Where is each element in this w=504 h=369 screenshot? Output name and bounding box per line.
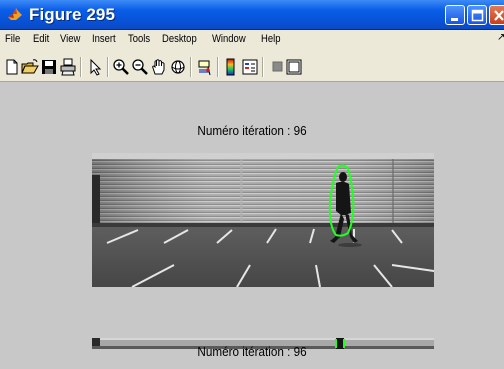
axes-2-title: Numéro itération : 96 — [197, 344, 307, 359]
new-figure-icon[interactable] — [3, 58, 21, 76]
video-frame-image — [92, 153, 434, 287]
menu-bar: File Edit View Insert Tools Desktop Wind… — [0, 30, 504, 51]
menu-desktop[interactable]: Desktop — [162, 33, 197, 45]
figure-canvas[interactable]: Numéro itération : 96 Numéro itération:… — [0, 82, 504, 369]
menu-window[interactable]: Window — [212, 33, 246, 45]
zoom-in-icon[interactable] — [112, 58, 130, 76]
matlab-icon — [8, 8, 22, 20]
data-cursor-icon[interactable] — [196, 58, 214, 76]
close-button[interactable] — [489, 5, 504, 25]
axes-1-title: Numéro itération : 96 — [197, 123, 307, 138]
toolbar-separator — [217, 57, 219, 77]
toolbar-separator — [107, 57, 109, 77]
menu-insert[interactable]: Insert — [92, 33, 116, 45]
close-icon — [494, 10, 504, 21]
maximize-button[interactable] — [467, 5, 487, 25]
window-title: Figure 295 — [29, 5, 116, 24]
window-title-bar[interactable]: Figure 295 — [0, 0, 504, 30]
print-figure-icon[interactable] — [59, 58, 77, 76]
toolbar-separator — [262, 57, 264, 77]
menu-file[interactable]: File — [5, 33, 20, 45]
figure-toolbar — [0, 51, 504, 82]
rotate-3d-icon[interactable] — [169, 58, 187, 76]
menu-edit[interactable]: Edit — [33, 33, 49, 45]
insert-legend-icon[interactable] — [241, 58, 259, 76]
minimize-button[interactable] — [445, 5, 465, 25]
toolbar-separator — [80, 57, 82, 77]
menu-help[interactable]: Help — [261, 33, 280, 45]
maximize-icon — [471, 9, 484, 22]
save-figure-icon[interactable] — [40, 58, 58, 76]
pan-icon[interactable] — [150, 58, 168, 76]
menu-overflow-icon: ↗ — [497, 32, 504, 43]
hide-plot-tools-icon[interactable] — [268, 58, 286, 76]
menu-view[interactable]: View — [60, 33, 80, 45]
menu-tools[interactable]: Tools — [128, 33, 150, 45]
show-plot-tools-icon[interactable] — [285, 58, 303, 76]
open-file-icon[interactable] — [21, 58, 39, 76]
minimize-icon — [451, 18, 458, 21]
edit-plot-arrow-icon[interactable] — [86, 58, 104, 76]
zoom-out-icon[interactable] — [131, 58, 149, 76]
toolbar-separator — [190, 57, 192, 77]
insert-colorbar-icon[interactable] — [222, 58, 240, 76]
